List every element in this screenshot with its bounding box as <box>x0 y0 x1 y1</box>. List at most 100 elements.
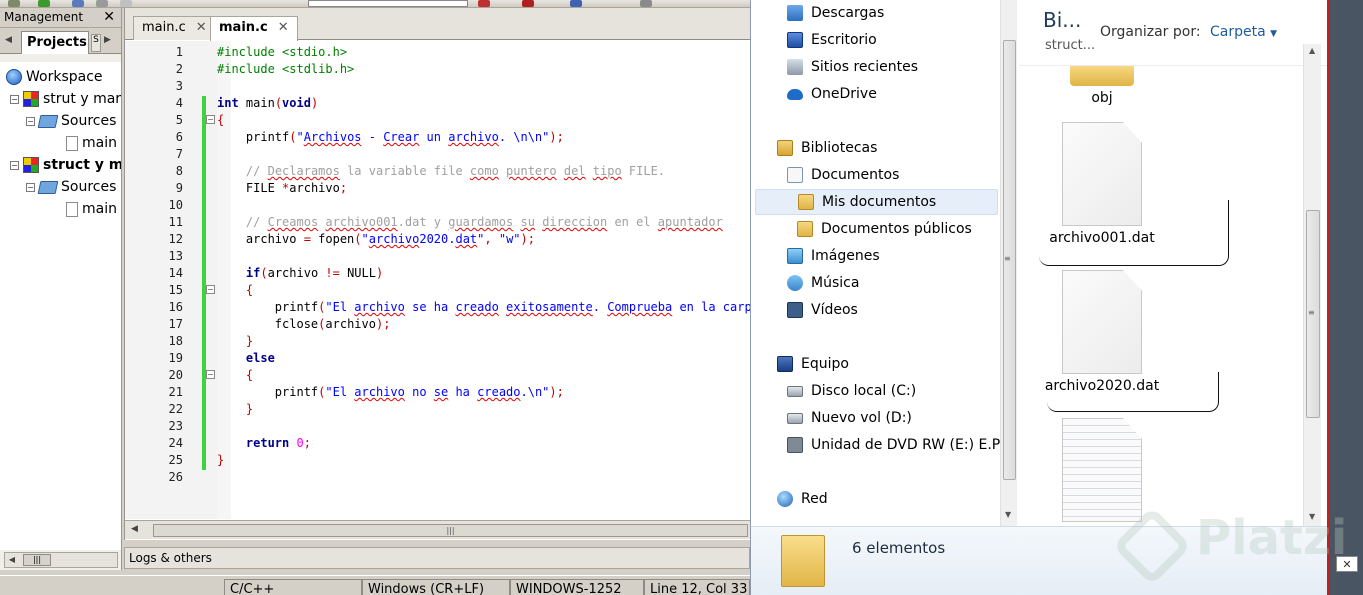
recent-places-icon <box>787 59 803 75</box>
nav-nuevo-vol-d[interactable]: Nuevo vol (D:) <box>787 405 912 431</box>
downloads-icon <box>787 5 803 21</box>
pictures-icon <box>787 248 803 264</box>
build-icon[interactable] <box>8 0 20 7</box>
tab-scroll-left-icon[interactable]: ◀ <box>5 35 12 45</box>
editor-tabs: main.c ✕ main.c ✕ <box>125 8 751 41</box>
tree-horizontal-scrollbar[interactable]: ◀ ||| <box>4 552 118 568</box>
nav-musica[interactable]: Música <box>787 270 859 296</box>
close-icon[interactable]: ✕ <box>103 9 115 25</box>
nav-documentos[interactable]: Documentos <box>787 162 899 188</box>
logs-title: Logs & others <box>129 551 212 565</box>
dropdown-arrow-icon: ▼ <box>1270 29 1278 39</box>
management-title-bar: Management ✕ <box>0 8 121 28</box>
status-position: Line 12, Col 33 <box>644 579 750 595</box>
collapse-icon[interactable]: − <box>26 116 35 126</box>
stop-icon[interactable] <box>120 0 132 7</box>
content-vertical-scrollbar[interactable]: ▲ ≡ ▼ <box>1303 44 1321 526</box>
scroll-up-icon[interactable]: ▲ <box>1309 46 1315 55</box>
tree-sources-2[interactable]: − Sources <box>26 177 116 197</box>
close-icon[interactable]: ✕ <box>1336 556 1358 572</box>
nav-dvd-e[interactable]: Unidad de DVD RW (E:) E.P 4 <box>787 432 1001 458</box>
document-icon <box>1062 270 1142 374</box>
nav-bibliotecas[interactable]: Bibliotecas <box>777 135 877 161</box>
handwritten-underline <box>1047 372 1219 412</box>
dvd-drive-icon <box>787 437 803 453</box>
debug-icon[interactable] <box>478 0 490 7</box>
tab-scroll-right-icon[interactable]: ▶ <box>104 35 111 45</box>
cloud-icon <box>787 88 803 100</box>
folder-open-icon <box>37 114 59 128</box>
source-code[interactable]: 1 #include <stdio.h> 2 #include <stdlib.h>… <box>125 45 751 519</box>
target-select[interactable] <box>308 0 468 7</box>
nav-videos[interactable]: Vídeos <box>787 297 858 323</box>
nav-mis-documentos[interactable]: Mis documentos <box>755 189 998 215</box>
step-icon[interactable] <box>522 0 534 7</box>
toolbar <box>0 0 750 8</box>
library-header: Bi... struct... Organizar por: Carpeta ▼ <box>1019 0 1331 66</box>
nav-vertical-scrollbar[interactable]: ≡ ▼ <box>1000 0 1017 526</box>
nav-disco-local-c[interactable]: Disco local (C:) <box>787 378 916 404</box>
nav-red[interactable]: Red <box>777 486 828 512</box>
tab-symbols[interactable]: S <box>91 34 101 52</box>
workspace-icon <box>6 69 22 85</box>
tree-file-main-1[interactable]: main <box>66 133 117 153</box>
editor-horizontal-scrollbar[interactable]: ◀ ||| <box>125 520 751 539</box>
folder-icon <box>1070 66 1134 86</box>
nav-escritorio[interactable]: Escritorio <box>787 27 877 53</box>
nav-descargas[interactable]: Descargas <box>787 0 884 26</box>
tab-projects[interactable]: Projects <box>21 31 89 54</box>
collapse-icon[interactable]: − <box>10 160 19 170</box>
scroll-thumb[interactable]: ||| <box>23 554 51 566</box>
organize-label: Organizar por: <box>1100 24 1201 40</box>
library-title: Bi... <box>1043 8 1082 32</box>
rebuild-icon[interactable] <box>96 0 108 7</box>
editor-tab-2[interactable]: main.c ✕ <box>210 16 298 41</box>
project-icon <box>23 91 39 107</box>
grip-icon: ≡ <box>1004 254 1011 263</box>
file-icon <box>66 201 78 217</box>
scroll-thumb[interactable]: ||| <box>153 524 748 537</box>
nav-documentos-publicos[interactable]: Documentos públicos <box>797 216 972 242</box>
tree-workspace[interactable]: Workspace <box>6 67 103 87</box>
close-tab-icon[interactable]: ✕ <box>278 20 289 35</box>
scroll-down-icon[interactable]: ▼ <box>1005 510 1011 519</box>
editor-tab-1[interactable]: main.c ✕ <box>133 16 216 40</box>
tree-project-1[interactable]: − strut y mar <box>10 89 121 109</box>
drive-icon <box>787 412 803 424</box>
logs-panel[interactable]: Logs & others <box>124 547 750 569</box>
scroll-left-icon[interactable]: ◀ <box>5 553 19 567</box>
collapse-icon[interactable]: − <box>26 182 35 192</box>
build-run-icon[interactable] <box>72 0 84 7</box>
management-panel: Management ✕ ◀ Projects S ▶ Workspace − … <box>0 8 122 570</box>
library-subtitle: struct... <box>1045 38 1096 53</box>
var-icon[interactable] <box>570 0 582 7</box>
file-item-text[interactable] <box>1037 418 1167 522</box>
run-icon[interactable] <box>38 0 50 7</box>
tree-project-2[interactable]: − struct y m <box>10 155 121 175</box>
handwritten-underline <box>1039 200 1229 266</box>
status-language: C/C++ <box>224 579 362 595</box>
nav-imagenes[interactable]: Imágenes <box>787 243 880 269</box>
management-tabs: ◀ Projects S ▶ <box>0 28 121 54</box>
tree-file-main-2[interactable]: main <box>66 199 117 219</box>
tree-sources-1[interactable]: − Sources <box>26 111 116 131</box>
nav-onedrive[interactable]: OneDrive <box>787 81 877 107</box>
file-item-obj[interactable]: obj <box>1037 66 1167 106</box>
project-icon <box>23 157 39 173</box>
nav-equipo[interactable]: Equipo <box>777 351 849 377</box>
computer-icon <box>777 356 793 372</box>
network-icon <box>777 491 793 507</box>
organize-dropdown[interactable]: Carpeta ▼ <box>1210 24 1277 40</box>
scroll-left-icon[interactable]: ◀ <box>131 524 138 534</box>
status-eol: Windows (CR+LF) <box>362 579 510 595</box>
text-document-icon <box>1062 418 1142 522</box>
desktop-icon <box>787 32 803 48</box>
management-title: Management <box>4 10 84 24</box>
nav-sitios-recientes[interactable]: Sitios recientes <box>787 54 918 80</box>
folder-icon <box>797 221 813 237</box>
folder-open-icon <box>37 180 59 194</box>
close-tab-icon[interactable]: ✕ <box>196 20 207 35</box>
scroll-down-icon[interactable]: ▼ <box>1309 512 1315 521</box>
tools-icon[interactable] <box>640 0 652 7</box>
collapse-icon[interactable]: − <box>10 94 19 104</box>
